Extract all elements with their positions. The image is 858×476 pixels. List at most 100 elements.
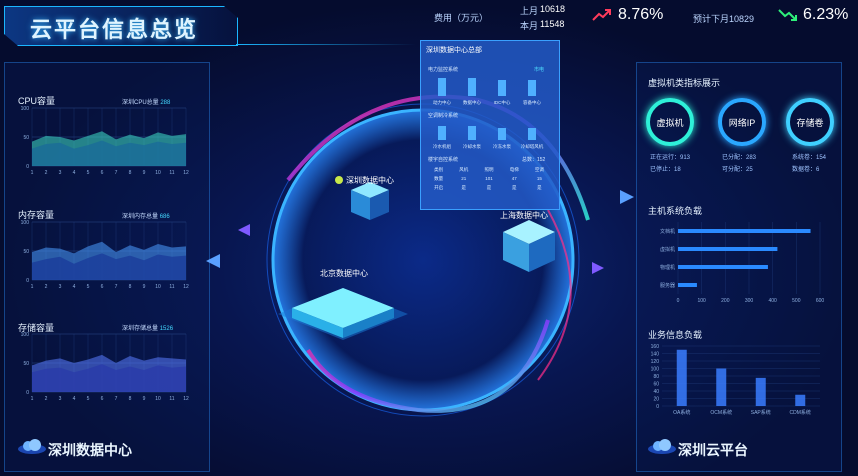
x-tick-label: CDM系统 xyxy=(790,409,811,416)
ac-bar xyxy=(498,128,506,140)
y-tick-label: 100 xyxy=(21,106,30,112)
left-footer-label: 深圳数据中心 xyxy=(48,442,132,458)
x-tick-label: SAP系统 xyxy=(751,409,771,416)
x-tick-label: 4 xyxy=(73,284,76,290)
x-tick-label: 11 xyxy=(169,170,174,176)
table-cell: 是 xyxy=(486,185,492,190)
x-tick-label: 100 xyxy=(697,298,706,304)
x-tick-label: 1 xyxy=(31,284,34,290)
storage-volume-circle: 存储卷 xyxy=(786,98,834,146)
power-bar xyxy=(468,78,476,96)
cost-label: 费用（万元） xyxy=(434,13,489,23)
power-item: 数据中心 xyxy=(463,100,481,105)
table-header-cell: 照明 xyxy=(484,167,494,172)
x-tick-label: 500 xyxy=(792,298,801,304)
x-tick-label: 11 xyxy=(169,396,174,402)
node-label-beijing: 北京数据中心 xyxy=(320,269,368,278)
table-cell: 21 xyxy=(461,176,467,181)
x-tick-label: 600 xyxy=(816,298,825,304)
pct-up-value: 8.76% xyxy=(618,6,664,23)
cloud-icon xyxy=(648,439,676,454)
vm-section-title: 虚拟机类指标展示 xyxy=(648,78,721,88)
ac-bar xyxy=(468,126,476,140)
x-tick-label: 9 xyxy=(143,170,146,176)
ac-bar xyxy=(528,128,536,140)
area-series xyxy=(32,140,186,166)
y-tick-label: 0 xyxy=(26,390,29,396)
table-header-cell: 类别 xyxy=(434,167,444,172)
ip-available-stat: 可分配：25 xyxy=(722,167,753,173)
table-cell: 是 xyxy=(511,185,517,190)
last-month-value: 10618 xyxy=(540,4,566,14)
x-tick-label: 12 xyxy=(183,284,189,290)
y-tick-label: 50 xyxy=(23,361,29,367)
y-tick-label: 40 xyxy=(653,389,659,395)
x-tick-label: 5 xyxy=(87,170,90,176)
y-tick-label: 虚拟机 xyxy=(660,246,675,253)
x-tick-label: 12 xyxy=(183,170,189,176)
y-tick-label: 100 xyxy=(651,367,660,373)
x-tick-label: 10 xyxy=(155,170,161,176)
power-item: IDC中心 xyxy=(493,100,511,105)
x-tick-label: 4 xyxy=(73,170,76,176)
x-tick-label: 6 xyxy=(101,284,104,290)
vm-circle-label: 虚拟机 xyxy=(656,117,684,128)
x-tick-label: 300 xyxy=(745,298,754,304)
business-load-bar-chart: 160 140120 10080 6040 200 OA系统 OCM系统 SAP系统 CDM系统 xyxy=(651,344,820,416)
ip-allocated-stat: 已分配：283 xyxy=(722,155,757,161)
power-bar xyxy=(498,80,506,96)
table-cell: 是 xyxy=(461,185,467,190)
ac-item: 冷却水泵 xyxy=(463,144,481,149)
node-label-shanghai: 上海数据中心 xyxy=(500,211,548,220)
y-tick-label: 0 xyxy=(26,278,29,284)
y-tick-label: 20 xyxy=(653,397,659,403)
y-tick-label: 80 xyxy=(653,374,659,380)
x-tick-label: 9 xyxy=(143,284,146,290)
x-tick-label: 10 xyxy=(155,396,161,402)
memory-area-chart: 1005001 2 3 4 5 6 7 8 9 10 11 12 xyxy=(21,220,189,290)
x-tick-label: 11 xyxy=(169,284,174,290)
x-tick-label: 2 xyxy=(45,284,48,290)
x-tick-label: 9 xyxy=(143,396,146,402)
popup-cabinet-label: 楼宇自控系统 xyxy=(428,157,459,163)
x-tick-label: 4 xyxy=(73,396,76,402)
table-cell: 是 xyxy=(537,185,542,190)
vm-stopped-stat: 已停止：18 xyxy=(650,167,681,173)
table-header-cell: 电梯 xyxy=(509,167,519,172)
popup-title: 深圳数据中心总部 xyxy=(426,47,482,54)
y-tick-label: 服务器 xyxy=(660,282,675,289)
x-tick-label: 2 xyxy=(45,170,48,176)
table-row: 数量 21 101 47 15 xyxy=(426,176,552,182)
x-tick-label: 0 xyxy=(677,298,680,304)
vm-running-stat: 正在运行：913 xyxy=(650,155,691,161)
bar xyxy=(678,283,697,287)
host-load-title: 主机系统负载 xyxy=(648,206,703,216)
y-tick-label: 物理机 xyxy=(660,264,675,271)
y-tick-label: 140 xyxy=(651,352,660,358)
ac-item: 冷冻水泵 xyxy=(493,144,511,149)
bar xyxy=(716,368,727,406)
this-month-value: 11548 xyxy=(540,19,565,29)
table-header-cell: 空调 xyxy=(534,167,544,172)
power-item: 容备中心 xyxy=(523,100,541,105)
table-header-cell: 风机 xyxy=(459,167,469,172)
y-tick-label: 60 xyxy=(653,382,659,388)
popup-ac-label: 空调制冷系统 xyxy=(428,113,459,119)
system-volume-stat: 系统卷：154 xyxy=(792,155,827,161)
host-load-bar-chart: 0 100 200 300 400 500 600 文档机虚拟机物理机服务器 xyxy=(660,222,825,304)
x-tick-label: 8 xyxy=(129,170,132,176)
table-cell: 数量 xyxy=(434,176,444,181)
y-tick-label: 0 xyxy=(656,404,659,410)
vm-circle: 虚拟机 xyxy=(646,98,694,146)
x-tick-label: 7 xyxy=(115,284,118,290)
y-tick-label: 50 xyxy=(23,135,29,141)
arrow-right-icon xyxy=(620,190,634,204)
network-ip-circle-label: 网络IP xyxy=(728,117,756,128)
location-pin-icon xyxy=(335,176,343,184)
popup-power-status: 市电 xyxy=(534,67,545,73)
cumulative-label: 预计下月10829 xyxy=(693,14,755,24)
y-tick-label: 120 xyxy=(651,359,660,365)
x-tick-label: OA系统 xyxy=(673,409,690,416)
pct-down-value: 6.23% xyxy=(803,6,849,23)
business-load-title: 业务信息负载 xyxy=(648,330,703,340)
